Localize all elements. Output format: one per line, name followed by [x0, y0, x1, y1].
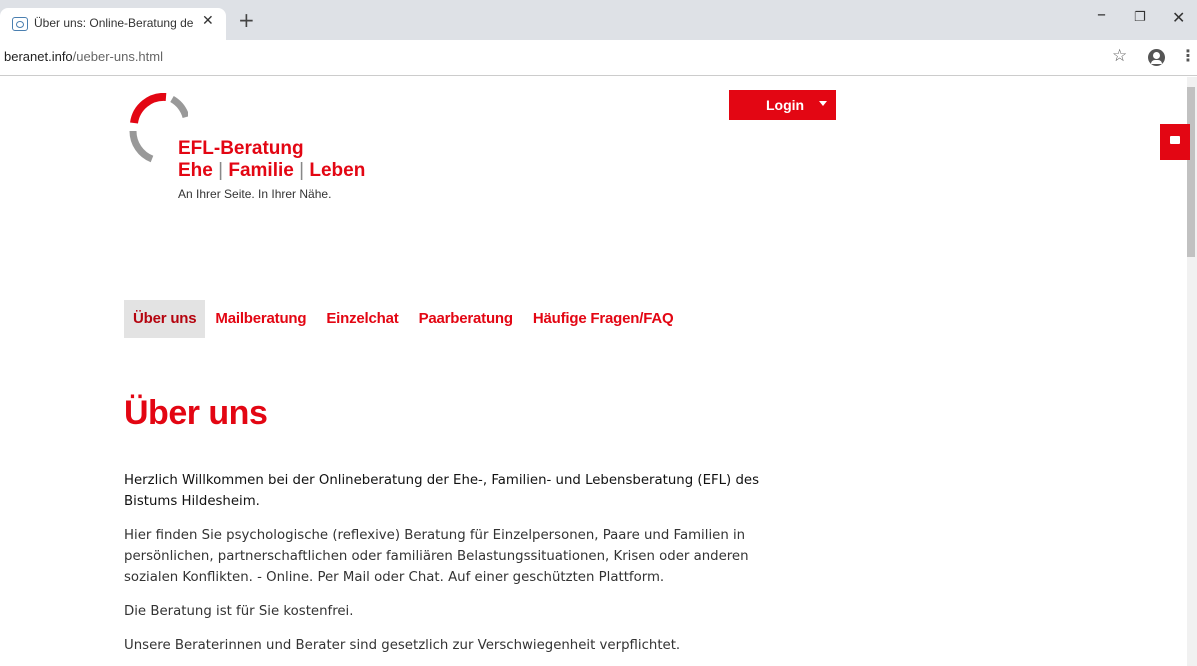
page-title: Über uns — [124, 394, 268, 432]
caret-down-icon — [819, 101, 827, 106]
browser-tab-bar: Über uns: Online-Beratung der E ✕ + – ❐ … — [0, 0, 1197, 40]
logo-title: EFL-Beratung — [178, 138, 304, 159]
account-icon[interactable] — [1148, 49, 1165, 66]
login-button[interactable]: Login — [729, 90, 836, 120]
logo-subtitle-leben: Leben — [309, 160, 366, 181]
nav-item-faq[interactable]: Häufige Fragen/FAQ — [523, 300, 684, 338]
close-icon[interactable]: ✕ — [202, 13, 214, 29]
logo-subtitle: Ehe | Familie | Leben — [178, 160, 365, 182]
logo-subtitle-ehe: Ehe — [178, 160, 213, 181]
nav-item-mailberatung[interactable]: Mailberatung — [205, 300, 316, 338]
login-label: Login — [766, 97, 805, 113]
minimize-button[interactable]: – — [1097, 4, 1106, 25]
scrollbar[interactable] — [1187, 77, 1197, 666]
intro-paragraph: Herzlich Willkommen bei der Onlineberatu… — [124, 473, 759, 509]
description-paragraph: Hier finden Sie psychologische (reflexiv… — [124, 528, 749, 585]
logo-separator: | — [218, 160, 224, 181]
maximize-button[interactable]: ❐ — [1134, 10, 1146, 25]
logo-subtitle-familie: Familie — [228, 160, 294, 181]
url-path: /ueber-uns.html — [72, 49, 163, 64]
confidentiality-paragraph: Unsere Beraterinnen und Berater sind ges… — [124, 638, 681, 653]
url-host: beranet.info — [4, 49, 73, 64]
logo-tagline: An Ihrer Seite. In Ihrer Nähe. — [178, 187, 332, 201]
address-bar: beranet.info/ueber-uns.html ☆ ⋮ — [0, 40, 1197, 76]
scroll-thumb[interactable] — [1187, 87, 1195, 257]
tab-title: Über uns: Online-Beratung der E — [34, 16, 194, 30]
window-close-button[interactable]: ✕ — [1172, 8, 1185, 27]
browser-tab[interactable]: Über uns: Online-Beratung der E ✕ — [0, 8, 226, 40]
nav-item-ueber-uns[interactable]: Über uns — [124, 300, 206, 338]
logo-separator: | — [299, 160, 305, 181]
favicon-icon — [12, 17, 28, 31]
main-nav: Über uns Mailberatung Einzelchat Paarber… — [124, 300, 683, 338]
star-icon[interactable]: ☆ — [1112, 46, 1127, 66]
chat-icon[interactable] — [1160, 124, 1190, 160]
plus-icon[interactable]: + — [238, 10, 255, 30]
nav-item-einzelchat[interactable]: Einzelchat — [316, 300, 408, 338]
main-content: Herzlich Willkommen bei der Onlineberatu… — [124, 470, 804, 666]
url-field[interactable]: beranet.info/ueber-uns.html — [4, 49, 163, 64]
menu-icon[interactable]: ⋮ — [1180, 46, 1196, 65]
nav-item-paarberatung[interactable]: Paarberatung — [409, 300, 523, 338]
cost-paragraph: Die Beratung ist für Sie kostenfrei. — [124, 604, 354, 619]
